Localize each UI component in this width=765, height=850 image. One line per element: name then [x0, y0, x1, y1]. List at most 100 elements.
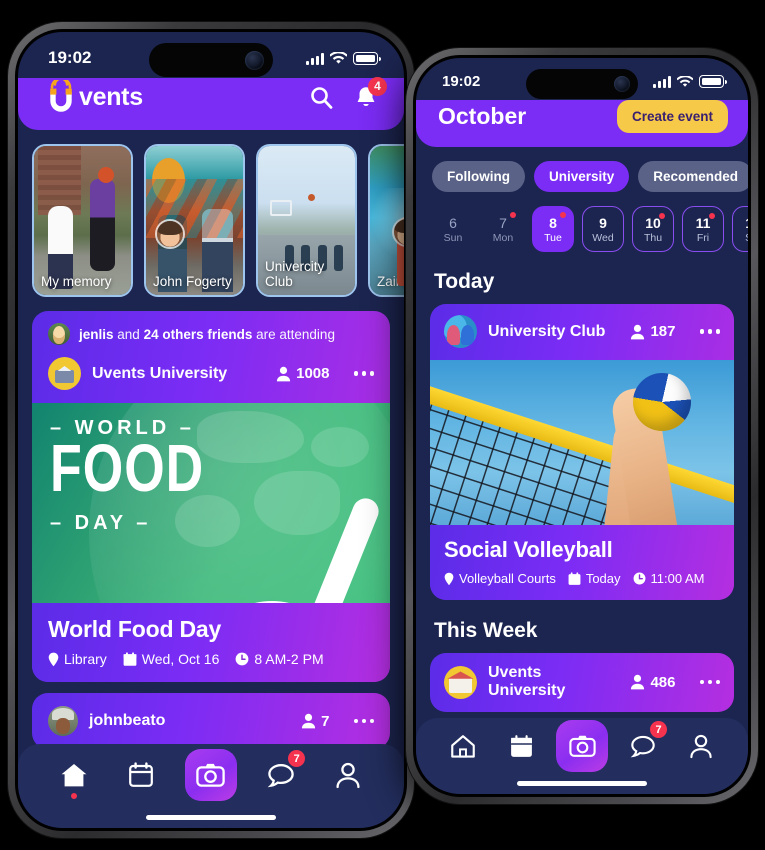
event-poster: – WORLD – FOOD – DAY –	[32, 403, 390, 603]
date-cell-11[interactable]: 11 Fri	[682, 206, 724, 252]
date-weekday: Tue	[544, 231, 562, 244]
phone-right-screen: 19:02 October Create event Following Uni…	[416, 58, 748, 794]
person-icon	[630, 674, 645, 690]
story-label: John Fogerty	[153, 273, 232, 289]
messages-badge: 7	[288, 750, 306, 767]
date-strip[interactable]: 6 Sun 7 Mon 8 Tue 9 Wed 10 Thu 11 Fri	[416, 200, 748, 262]
date-cell-8-selected[interactable]: 8 Tue	[532, 206, 574, 252]
date-cell-10[interactable]: 10 Thu	[632, 206, 674, 252]
stories-row[interactable]: My memory John Fogerty Univercity Club Z…	[18, 130, 404, 311]
event-card-world-food-day[interactable]: jenlis and 24 others friends are attendi…	[32, 311, 390, 682]
date-cell-7[interactable]: 7 Mon	[482, 206, 524, 252]
chip-university[interactable]: University	[534, 161, 630, 192]
nav-item-home[interactable]	[51, 752, 97, 799]
event-indicator-dot	[709, 213, 715, 219]
more-options-icon[interactable]	[687, 329, 720, 334]
nav-item-camera[interactable]	[556, 720, 608, 772]
notifications-button[interactable]: 4	[354, 76, 387, 110]
volleyball-graphic	[633, 373, 692, 432]
home-icon	[450, 734, 476, 759]
story-label: Univercity Club	[265, 258, 325, 289]
story-card[interactable]: John Fogerty	[144, 144, 245, 297]
attending-line: jenlis and 24 others friends are attendi…	[32, 311, 390, 349]
brand-name: vents	[79, 82, 143, 111]
attendee-count: 7	[301, 713, 330, 730]
avatar	[155, 219, 185, 249]
location-pin-icon	[48, 652, 59, 667]
page-title: October	[438, 103, 527, 129]
location-text: Library	[64, 651, 107, 667]
event-organizer-row: Uvents University 1008	[32, 349, 390, 403]
location-pin-icon	[444, 572, 454, 586]
date-cell-6[interactable]: 6 Sun	[432, 206, 474, 252]
battery-full-icon	[353, 52, 381, 65]
story-card[interactable]: Zaina Powe	[368, 144, 404, 297]
organizer-name[interactable]: Uvents University	[92, 365, 265, 383]
event-card-social-volleyball[interactable]: University Club 187 Social Volleyball Vo…	[430, 304, 734, 600]
organizer-logo-icon	[444, 315, 477, 348]
home-icon	[60, 762, 88, 789]
attendee-number: 486	[650, 673, 676, 691]
attending-user: jenlis	[79, 326, 114, 342]
week-feed: Uvents University 486	[416, 653, 748, 712]
nav-item-profile[interactable]	[325, 752, 371, 798]
time-text: 8 AM-2 PM	[254, 651, 324, 667]
event-card-johnbeato[interactable]: johnbeato 7	[32, 693, 390, 749]
person-icon	[630, 324, 645, 340]
event-date: Today	[568, 571, 621, 586]
date-text: Wed, Oct 16	[141, 651, 220, 667]
cellular-bars-icon	[653, 75, 671, 88]
story-label: My memory	[41, 273, 112, 289]
nav-item-calendar[interactable]	[498, 723, 544, 769]
create-event-button[interactable]: Create event	[616, 100, 728, 133]
brand-logo: vents	[44, 80, 143, 114]
event-indicator-dot	[560, 212, 566, 218]
status-indicators	[653, 75, 727, 88]
search-icon[interactable]	[309, 85, 334, 110]
camera-icon	[568, 734, 596, 758]
nav-item-messages[interactable]: 7	[258, 750, 306, 798]
today-feed: University Club 187 Social Volleyball Vo…	[416, 304, 748, 600]
story-card[interactable]: Univercity Club	[256, 144, 357, 297]
event-time: 11:00 AM	[633, 571, 705, 586]
person-icon	[335, 762, 361, 789]
calendar-header: October Create event	[416, 100, 748, 147]
wifi-icon	[330, 51, 347, 65]
nav-item-calendar[interactable]	[118, 752, 164, 798]
calendar-icon	[128, 762, 154, 788]
story-card[interactable]: My memory	[32, 144, 133, 297]
organizer-name[interactable]: University Club	[488, 323, 619, 341]
date-weekday: Fri	[696, 231, 710, 244]
nav-item-home[interactable]	[440, 723, 486, 769]
date-number: 12	[745, 215, 748, 231]
date-weekday: Sun	[443, 231, 463, 244]
status-time: 19:02	[442, 73, 481, 90]
nav-item-profile[interactable]	[678, 723, 724, 769]
attending-conjunction: and	[117, 326, 140, 342]
date-cell-9[interactable]: 9 Wed	[582, 206, 624, 252]
nav-item-camera[interactable]	[184, 749, 237, 801]
person-icon	[301, 713, 316, 729]
header-actions: 4	[309, 76, 387, 110]
date-number: 6	[449, 214, 457, 231]
organizer-logo-icon	[444, 665, 477, 699]
attendee-count: 187	[630, 323, 676, 340]
phone-left: 19:02 vents 4 My memory John Fogerty Uni…	[8, 22, 414, 838]
more-options-icon[interactable]	[687, 679, 720, 685]
app-header: vents 4	[18, 76, 404, 130]
organizer-name[interactable]: Uvents University	[488, 664, 619, 700]
nav-item-messages[interactable]: 7	[620, 721, 667, 769]
date-number: 9	[599, 214, 607, 231]
event-indicator-dot	[510, 212, 516, 218]
organizer-avatar	[48, 706, 78, 736]
more-options-icon[interactable]	[341, 371, 374, 376]
event-card-uvents-university[interactable]: Uvents University 486	[430, 653, 734, 712]
more-options-icon[interactable]	[341, 718, 374, 724]
person-icon	[689, 734, 713, 759]
organizer-name[interactable]: johnbeato	[89, 712, 290, 730]
chip-recomended[interactable]: Recomended	[638, 161, 748, 192]
date-weekday: Mon	[492, 231, 514, 244]
date-cell-12[interactable]: 12 Sat	[732, 206, 748, 252]
location-text: Volleyball Courts	[459, 571, 556, 586]
chip-following[interactable]: Following	[432, 161, 525, 192]
